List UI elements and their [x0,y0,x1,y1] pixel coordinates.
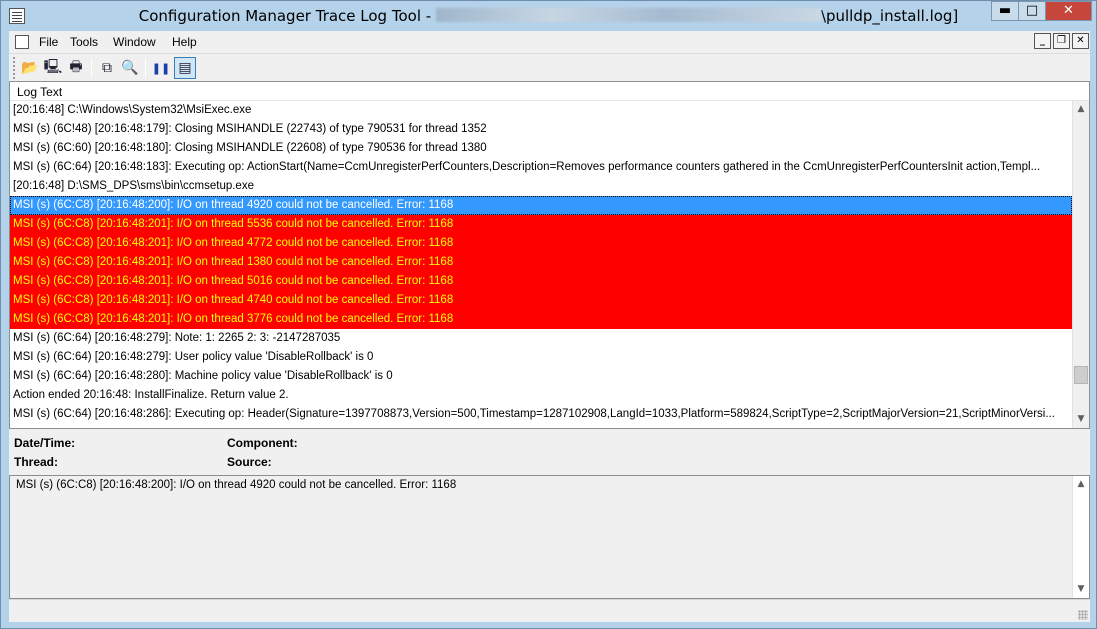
log-row[interactable]: [20:16:48] C:\Windows\System32\MsiExec.e… [10,101,1072,120]
menu-file[interactable]: File [39,35,58,49]
resize-grip-icon[interactable] [1078,610,1088,620]
app-window: Configuration Manager Trace Log Tool - \… [0,0,1097,629]
log-row[interactable]: MSI (s) (6C:C8) [20:16:48:201]: I/O on t… [10,272,1072,291]
log-row[interactable]: MSI (s) (6C!48) [20:16:48:179]: Closing … [10,120,1072,139]
log-row[interactable]: MSI (s) (6C:C8) [20:16:48:200]: I/O on t… [10,196,1072,215]
toolbar-separator [91,58,92,78]
toolbar: 📂 🖳 🖶 ⧉ 🔍 ❚❚ ▤ [9,53,1090,81]
log-column-header[interactable]: Log Text [10,82,1089,101]
component-label: Component: [227,436,298,450]
scroll-down-icon[interactable]: ▼ [1073,581,1089,598]
window-close-button[interactable]: ✕ [1045,1,1092,21]
log-row[interactable]: Action ended 20:16:48: InstallFinalize. … [10,386,1072,405]
window-title: Configuration Manager Trace Log Tool - \… [1,7,1096,25]
status-bar [9,599,1090,622]
copy-icon[interactable]: ⧉ [96,57,118,79]
log-scrollbar[interactable]: ▲ ▼ [1072,101,1089,428]
log-row[interactable]: MSI (s) (6C:C8) [20:16:48:201]: I/O on t… [10,310,1072,329]
menu-help[interactable]: Help [172,35,197,49]
redacted-path [435,8,821,22]
toolbar-grip[interactable] [13,57,16,79]
details-panel: Date/Time: Component: Thread: Source: [9,429,1090,475]
message-pane[interactable]: MSI (s) (6C:C8) [20:16:48:200]: I/O on t… [9,475,1090,599]
log-row[interactable]: MSI (s) (6C:C8) [20:16:48:201]: I/O on t… [10,291,1072,310]
title-bar[interactable]: Configuration Manager Trace Log Tool - \… [1,1,1096,31]
scroll-up-icon[interactable]: ▲ [1073,101,1089,118]
log-row[interactable]: MSI (s) (6C:64) [20:16:48:279]: Note: 1:… [10,329,1072,348]
log-row[interactable]: MSI (s) (6C:64) [20:16:48:183]: Executin… [10,158,1072,177]
log-pane: Log Text [20:16:48] C:\Windows\System32\… [9,81,1090,429]
source-label: Source: [227,455,272,469]
message-text[interactable]: MSI (s) (6C:C8) [20:16:48:200]: I/O on t… [16,479,456,491]
child-minimize-button[interactable]: _ [1034,33,1051,49]
scroll-down-icon[interactable]: ▼ [1073,411,1089,428]
window-maximize-button[interactable]: □ [1018,1,1046,21]
log-text-header: Log Text [17,85,63,99]
toolbar-separator [145,58,146,78]
child-restore-button[interactable]: ❐ [1053,33,1070,49]
menu-window[interactable]: Window [113,35,156,49]
window-minimize-button[interactable]: ▬ [991,1,1019,21]
log-row[interactable]: MSI (s) (6C:C8) [20:16:48:201]: I/O on t… [10,253,1072,272]
log-row[interactable]: MSI (s) (6C:64) [20:16:48:280]: Machine … [10,367,1072,386]
child-close-button[interactable]: ✕ [1072,33,1089,49]
menu-tools[interactable]: Tools [70,35,98,49]
view-details-icon[interactable]: ▤ [174,57,196,79]
log-row[interactable]: MSI (s) (6C:C8) [20:16:48:201]: I/O on t… [10,234,1072,253]
window-title-suffix: \pulldp_install.log] [820,7,959,25]
document-icon[interactable] [15,35,29,49]
log-row[interactable]: MSI (s) (6C:60) [20:16:48:180]: Closing … [10,139,1072,158]
scroll-up-icon[interactable]: ▲ [1073,476,1089,493]
print-preview-icon[interactable]: 🖳 [42,57,64,79]
menu-bar: File Tools Window Help _ ❐ ✕ [9,31,1090,53]
window-title-prefix: Configuration Manager Trace Log Tool - [138,7,436,25]
find-binoculars-icon[interactable]: 🔍 [119,57,141,79]
datetime-label: Date/Time: [14,436,76,450]
log-row[interactable]: [20:16:48] D:\SMS_DPS\sms\bin\ccmsetup.e… [10,177,1072,196]
log-row[interactable]: MSI (s) (6C:64) [20:16:48:286]: Executin… [10,405,1072,424]
scroll-thumb[interactable] [1074,365,1088,384]
log-list[interactable]: [20:16:48] C:\Windows\System32\MsiExec.e… [10,101,1072,428]
message-scrollbar[interactable]: ▲ ▼ [1072,476,1089,598]
log-row[interactable]: MSI (s) (6C:64) [20:16:48:279]: User pol… [10,348,1072,367]
open-folder-icon[interactable]: 📂 [19,57,41,79]
thread-label: Thread: [14,455,59,469]
pause-icon[interactable]: ❚❚ [150,57,172,79]
print-icon[interactable]: 🖶 [65,57,87,79]
log-row[interactable]: MSI (s) (6C:C8) [20:16:48:201]: I/O on t… [10,215,1072,234]
